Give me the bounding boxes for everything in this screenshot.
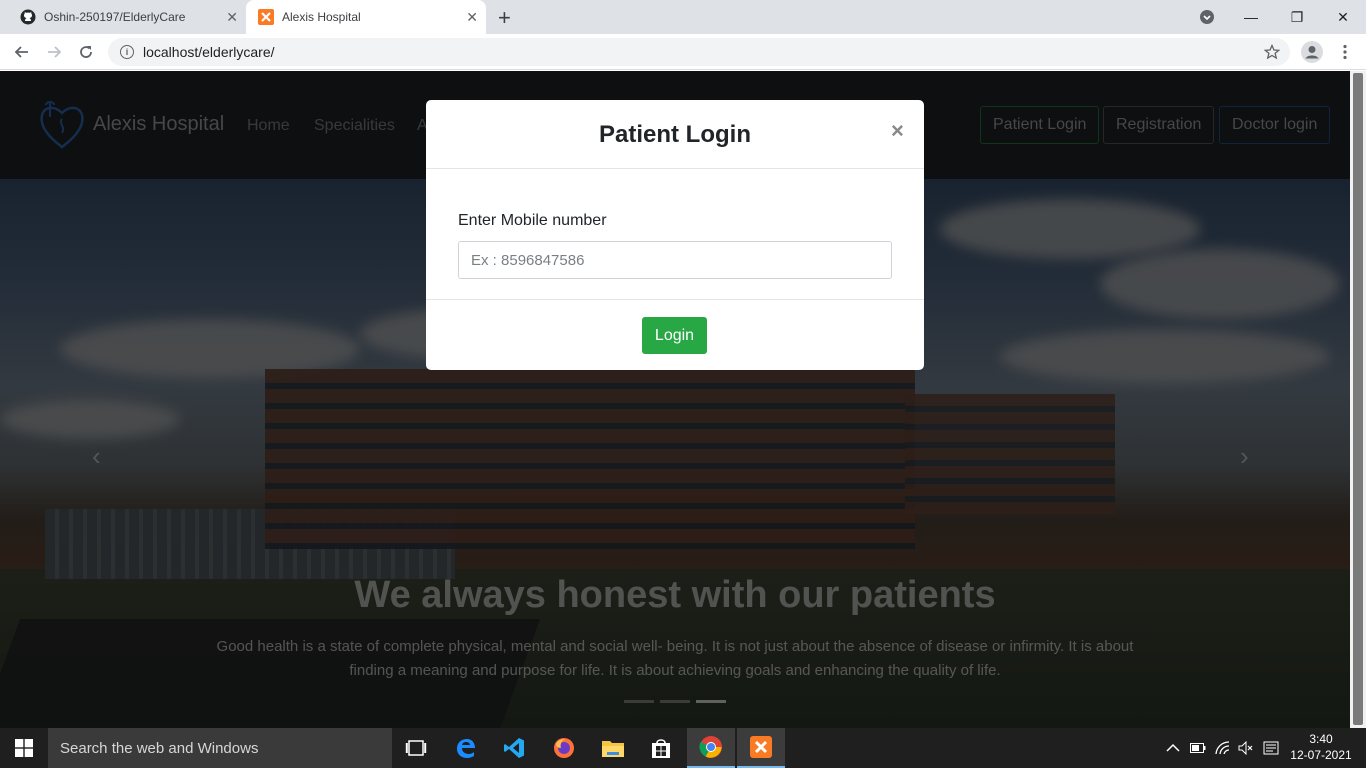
browser-tab-bar: Oshin-250197/ElderlyCare ✕ Alexis Hospit…	[0, 0, 1366, 34]
modal-header: Patient Login ×	[426, 100, 924, 169]
profile-avatar-icon[interactable]	[1300, 40, 1324, 64]
system-clock[interactable]: 3:40 12-07-2021	[1285, 731, 1357, 763]
task-view-icon[interactable]	[392, 728, 440, 768]
tab-title: Alexis Hospital	[282, 10, 361, 24]
modal-close-icon[interactable]: ×	[891, 118, 904, 144]
volume-muted-icon[interactable]	[1238, 728, 1254, 768]
modal-footer: Login	[426, 299, 924, 370]
tab-search-icon[interactable]	[1184, 0, 1230, 34]
tab-alexis-hospital[interactable]: Alexis Hospital ✕	[246, 0, 486, 34]
xampp-icon	[258, 9, 274, 25]
github-icon	[20, 9, 36, 25]
login-button[interactable]: Login	[642, 317, 707, 354]
tab-github[interactable]: Oshin-250197/ElderlyCare ✕	[8, 0, 246, 34]
edge-icon[interactable]	[442, 728, 490, 768]
forward-icon[interactable]	[42, 40, 66, 64]
action-center-icon[interactable]	[1263, 728, 1279, 768]
clock-date: 12-07-2021	[1290, 748, 1352, 762]
mobile-number-input[interactable]	[458, 241, 892, 279]
xampp-icon[interactable]	[737, 728, 785, 768]
store-icon[interactable]	[637, 728, 685, 768]
windows-taskbar: Search the web and Windows 3:40 12-07-20…	[0, 728, 1366, 768]
scrollbar-thumb[interactable]	[1353, 73, 1363, 725]
vscode-icon[interactable]	[490, 728, 538, 768]
file-explorer-icon[interactable]	[589, 728, 637, 768]
page-scrollbar[interactable]	[1350, 71, 1366, 728]
firefox-icon[interactable]	[540, 728, 588, 768]
url-input[interactable]: i localhost/elderlycare/	[108, 38, 1290, 66]
patient-login-modal: Patient Login × Enter Mobile number Logi…	[426, 100, 924, 370]
wifi-icon[interactable]	[1215, 728, 1231, 768]
site-info-icon[interactable]: i	[120, 45, 134, 59]
bookmark-star-icon[interactable]	[1260, 40, 1284, 64]
reload-icon[interactable]	[74, 40, 98, 64]
taskbar-search-input[interactable]: Search the web and Windows	[48, 728, 392, 768]
address-bar: i localhost/elderlycare/	[0, 34, 1366, 70]
clock-time: 3:40	[1309, 732, 1333, 746]
mobile-number-label: Enter Mobile number	[458, 212, 607, 229]
modal-title: Patient Login	[599, 121, 751, 148]
tab-close-icon[interactable]: ✕	[466, 9, 478, 26]
windows-start-icon[interactable]	[0, 728, 48, 768]
close-window-button[interactable]: ✕	[1320, 0, 1366, 34]
new-tab-button[interactable]: +	[498, 5, 511, 31]
tab-close-icon[interactable]: ✕	[226, 9, 238, 26]
web-page: ‹ › We always honest with our patients G…	[0, 71, 1350, 728]
chrome-icon[interactable]	[687, 728, 735, 768]
url-text: localhost/elderlycare/	[143, 44, 275, 60]
maximize-button[interactable]: ❐	[1274, 0, 1320, 34]
battery-icon[interactable]	[1190, 728, 1206, 768]
tab-title: Oshin-250197/ElderlyCare	[44, 10, 186, 24]
show-hidden-icons-icon[interactable]	[1166, 728, 1180, 768]
minimize-button[interactable]: —	[1228, 0, 1274, 34]
menu-kebab-icon[interactable]	[1333, 40, 1357, 64]
back-icon[interactable]	[10, 40, 34, 64]
